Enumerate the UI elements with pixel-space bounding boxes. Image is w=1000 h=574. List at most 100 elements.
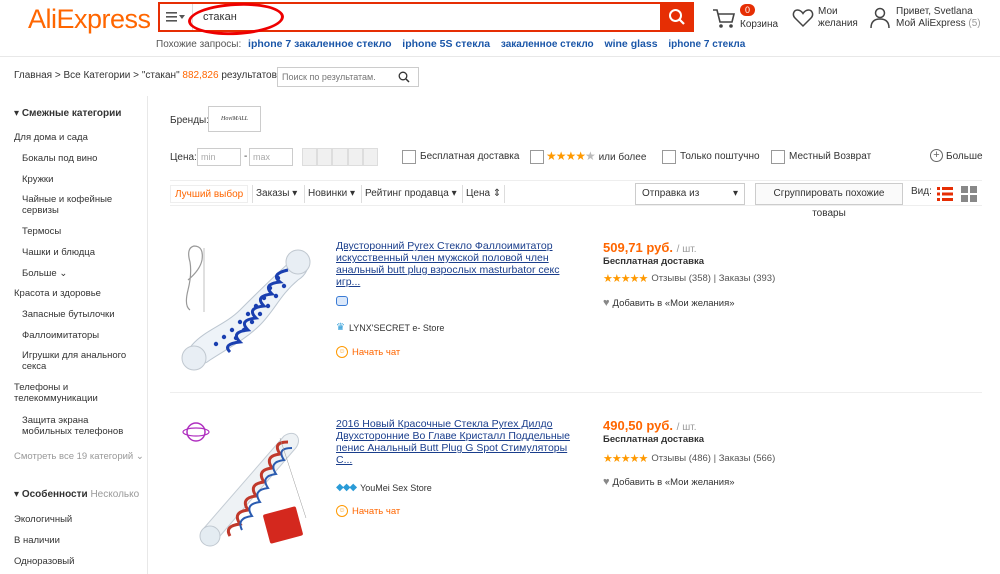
free-shipping-checkbox[interactable]	[402, 150, 416, 164]
feature-disposable[interactable]: Одноразовый	[14, 556, 74, 567]
wishlist-label-2: желания	[818, 18, 858, 29]
sidebar-category-tea-sets[interactable]: Чайные и кофейные сервизы	[22, 194, 132, 216]
reviews-link[interactable]: Отзывы (486)	[651, 453, 711, 464]
glass-dildo-image	[181, 245, 311, 371]
sidebar-category-home-garden[interactable]: Для дома и сада	[14, 132, 88, 143]
chevron-down-icon: ⌄	[135, 451, 144, 462]
plus-icon[interactable]: +	[930, 149, 943, 162]
orders-link[interactable]: Заказы (393)	[719, 273, 776, 284]
sort-bar: Лучший выбор Заказы ▾ Новинки ▾ Рейтинг …	[170, 180, 982, 219]
related-categories-heading[interactable]: ▾ Смежные категории	[14, 108, 121, 119]
sidebar-category-anal-toys[interactable]: Игрушки для анального секса	[22, 350, 132, 372]
orders-link[interactable]: Заказы (566)	[719, 453, 776, 464]
product-title-link[interactable]: 2016 Новый Красочные Стекла Pyrex Дилдо …	[336, 418, 576, 466]
sort-separator	[462, 185, 463, 203]
start-chat-link[interactable]: ☺ Начать чат	[336, 505, 400, 517]
sidebar-category-screen-protectors[interactable]: Защита экрана мобильных телефонов	[22, 415, 137, 437]
results-label: результатов	[221, 70, 277, 81]
features-note: Несколько	[90, 489, 140, 500]
local-return-checkbox[interactable]	[771, 150, 785, 164]
product-image[interactable]	[180, 240, 314, 374]
breadcrumb-all-categories[interactable]: Все Категории	[63, 70, 130, 81]
caret-down-icon: ▾	[732, 188, 738, 199]
add-to-wishlist-link[interactable]: ♥ Добавить в «Мои желания»	[603, 297, 735, 309]
sidebar-category-thermos[interactable]: Термосы	[22, 226, 61, 237]
cart-icon	[713, 9, 736, 28]
store-link[interactable]: ♛ LYNX'SECRET e- Store	[336, 322, 444, 333]
grid-view-icon[interactable]	[961, 186, 977, 202]
start-chat-link[interactable]: ☺ Начать чат	[336, 346, 400, 358]
search-icon[interactable]	[398, 71, 410, 83]
related-query-link[interactable]: iphone 7 закаленное стекло	[248, 38, 391, 50]
heart-icon	[792, 9, 814, 28]
sidebar-more-link[interactable]: Больше ⌄	[22, 268, 67, 279]
store-link[interactable]: ◆◆◆ YouMei Sex Store	[336, 482, 432, 493]
features-heading[interactable]: ▾ Особенности Несколько	[14, 489, 139, 500]
related-query-link[interactable]: закаленное стекло	[501, 39, 594, 50]
account-link[interactable]: Привет, Svetlana Мой AliExpress (5)	[870, 6, 981, 30]
product-divider	[170, 392, 982, 393]
sidebar-category-dildos[interactable]: Фаллоимитаторы	[22, 330, 99, 341]
single-piece-label: Только поштучно	[680, 151, 760, 162]
sort-orders[interactable]: Заказы ▾	[256, 185, 297, 203]
more-filters-link[interactable]: Больше	[946, 151, 983, 162]
star-empty-icon: ★	[585, 149, 596, 163]
brand-logo-button[interactable]: HoviMALL	[208, 106, 261, 132]
sort-separator	[504, 185, 505, 203]
product-title-link[interactable]: Двусторонний Pyrex Стекло Фаллоимитатор …	[336, 240, 576, 288]
feature-eco[interactable]: Экологичный	[14, 514, 72, 525]
local-return-label: Местный Возврат	[789, 151, 872, 162]
price-max-input[interactable]: max	[249, 148, 293, 166]
sort-arrows-icon: ⇕	[492, 188, 502, 199]
single-piece-checkbox[interactable]	[662, 150, 676, 164]
sort-price[interactable]: Цена ⇕	[466, 185, 501, 203]
reviews-link[interactable]: Отзывы (358)	[651, 273, 711, 284]
sidebar-category-beauty-health[interactable]: Красота и здоровье	[14, 288, 101, 299]
see-all-categories-link[interactable]: Смотреть все 19 категорий ⌄	[14, 451, 144, 462]
search-within-input[interactable]	[278, 72, 398, 82]
star-rating-icon: ★★★★	[546, 149, 586, 163]
rating-checkbox[interactable]	[530, 150, 544, 164]
product-image[interactable]	[180, 418, 314, 552]
ship-from-select[interactable]: Отправка из ▾	[635, 183, 745, 205]
price-range-histogram[interactable]	[302, 148, 379, 166]
cart-link[interactable]: 0 Корзина	[712, 4, 778, 30]
sort-separator	[361, 185, 362, 203]
view-label: Вид:	[911, 186, 932, 197]
price-min-input[interactable]: min	[197, 148, 241, 166]
shipping-badge-icon	[336, 296, 348, 306]
account-count: (5)	[968, 18, 981, 29]
sort-newest[interactable]: Новинки ▾	[308, 185, 355, 203]
price-label: Цена:	[170, 152, 197, 163]
aliexpress-logo[interactable]: AliExpress	[28, 4, 151, 35]
list-view-icon[interactable]	[937, 186, 953, 202]
sort-separator	[252, 185, 253, 203]
sidebar: ▾ Смежные категории Для дома и сада Бока…	[0, 96, 148, 574]
feature-in-stock[interactable]: В наличии	[14, 535, 60, 546]
crown-icon: ♛	[336, 322, 345, 333]
sidebar-category-cups-saucers[interactable]: Чашки и блюдца	[22, 247, 95, 258]
product-rating: ★★★★★ Отзывы (486) | Заказы (566)	[603, 453, 776, 465]
heart-icon: ♥	[603, 297, 610, 309]
search-button[interactable]	[660, 2, 694, 32]
sidebar-category-wine-glasses[interactable]: Бокалы под вино	[22, 153, 97, 164]
sidebar-category-mugs[interactable]: Кружки	[22, 174, 53, 185]
wishlist-label-1: Мои	[818, 6, 838, 17]
related-query-link[interactable]: wine glass	[604, 38, 657, 50]
group-similar-button[interactable]: Сгруппировать похожие товары	[755, 183, 903, 219]
store-badge-row	[336, 296, 348, 306]
related-query-link[interactable]: iphone 7 стекла	[668, 39, 745, 50]
add-to-wishlist-link[interactable]: ♥ Добавить в «Мои желания»	[603, 476, 735, 488]
sort-seller-rating[interactable]: Рейтинг продавца ▾	[365, 185, 457, 203]
my-aliexpress-link[interactable]: Мой AliExpress	[896, 18, 966, 29]
sidebar-category-phones[interactable]: Телефоны и телекоммуникации	[14, 382, 114, 404]
chevron-down-icon: ⌄	[59, 268, 68, 279]
wishlist-link[interactable]: Мои желания	[792, 6, 858, 30]
sort-best-match[interactable]: Лучший выбор	[170, 185, 249, 203]
related-query-link[interactable]: iphone 5S стекла	[402, 38, 490, 50]
caret-down-icon: ▾	[292, 188, 298, 199]
user-icon	[870, 7, 890, 29]
search-within-results	[277, 67, 419, 87]
breadcrumb-home[interactable]: Главная	[14, 70, 52, 81]
sidebar-category-spare-bottles[interactable]: Запасные бутылочки	[22, 309, 115, 320]
